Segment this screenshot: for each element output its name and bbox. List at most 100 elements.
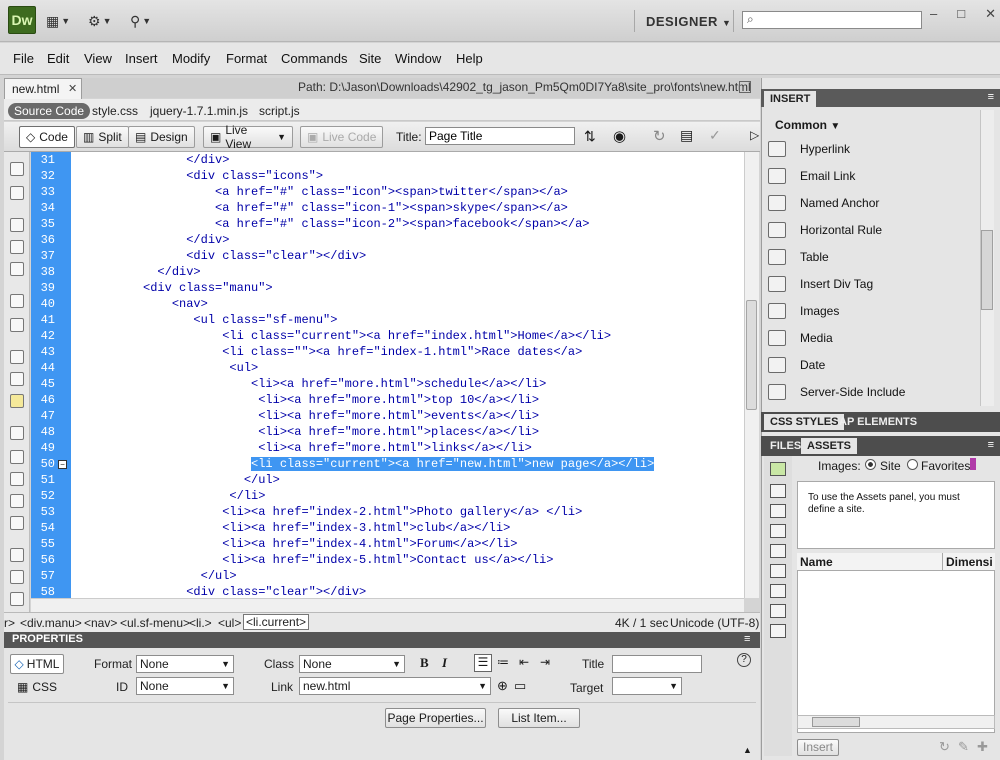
code-line[interactable]: <li><a href="more.html">events</a></li> [71,408,539,424]
code-view-button[interactable]: ◇ Code [19,126,75,148]
toolbar-overflow-icon[interactable]: ▷ [750,128,759,142]
html-mode-button[interactable]: ◇ HTML [10,654,64,674]
insert-tab[interactable]: INSERT [764,91,817,107]
validate-icon[interactable]: ✓ [709,127,721,144]
code-line[interactable]: <li><a href="more.html">schedule</a></li… [71,376,546,392]
flash-category-icon[interactable] [770,524,786,538]
code-line[interactable]: <nav> [71,296,208,312]
page-properties-button[interactable]: Page Properties... [385,708,486,728]
open-documents-icon[interactable] [10,162,24,176]
code-line[interactable]: </div> [71,232,229,248]
related-file-source-code[interactable]: Source Code [8,103,91,119]
related-file-script-js[interactable]: script.js [259,104,300,118]
collapse-selection-icon[interactable] [10,218,24,232]
wrap-tag-icon[interactable] [10,472,24,486]
insert-date[interactable]: Date [768,353,825,377]
outdent-icon[interactable]: ⇤ [519,655,529,669]
code-line[interactable]: <li><a href="index-2.html">Photo gallery… [71,504,582,520]
indent-icon[interactable] [10,548,24,562]
insert-category-select[interactable]: Common ▼ [775,118,840,132]
insert-media[interactable]: Media [768,326,833,350]
insert-horizontal-rule[interactable]: Horizontal Rule [768,218,882,242]
layout-icon[interactable]: ▦ ▼ [46,12,70,30]
insert-images[interactable]: Images [768,299,839,323]
code-line[interactable]: <li><a href="index-4.html">Forum</a></li… [71,536,517,552]
site-icon[interactable]: ⚲ ▼ [130,12,151,30]
panel-menu-icon[interactable]: ≡ [988,91,994,103]
remove-comment-icon[interactable] [10,450,24,464]
col-name[interactable]: Name [800,555,833,569]
insert-asset-button[interactable]: Insert [797,739,839,756]
italic-button[interactable]: I [442,655,447,671]
code-editor[interactable]: </div> <div class="icons"> <a href="#" c… [71,152,744,598]
crumb[interactable]: r> [4,616,15,630]
apply-comment-icon[interactable] [10,426,24,440]
move-css-icon[interactable] [10,516,24,530]
insert-named-anchor[interactable]: Named Anchor [768,191,879,215]
code-line[interactable]: <ul> [71,360,258,376]
code-line[interactable]: </ul> [71,472,280,488]
css-mode-button[interactable]: ▦ CSS [17,680,57,694]
line-numbers-icon[interactable] [10,318,24,332]
crumb[interactable]: <ul> [218,616,241,630]
col-dimensions[interactable]: Dimensi [946,555,993,569]
title-input[interactable] [612,655,702,673]
syntax-coloring-icon[interactable] [10,372,24,386]
assets-list[interactable] [797,553,995,733]
library-category-icon[interactable] [770,624,786,638]
code-line[interactable]: <a href="#" class="icon"><span>twitter</… [71,184,568,200]
horizontal-scrollbar[interactable] [31,598,744,612]
related-file-jquery[interactable]: jquery-1.7.1.min.js [150,104,248,118]
vertical-scroll-thumb[interactable] [746,300,757,410]
design-view-button[interactable]: ▤ Design [128,126,195,148]
menu-insert[interactable]: Insert [125,51,158,66]
code-line[interactable]: </ul> [71,568,237,584]
link-input[interactable]: new.html ▼ [299,677,491,695]
point-to-file-icon[interactable]: ⊕ [497,678,508,694]
fold-toggle-icon[interactable]: − [58,460,67,469]
code-line[interactable]: <li class=""><a href="index-1.html">Race… [71,344,582,360]
site-radio[interactable] [865,459,876,470]
code-line[interactable]: <li><a href="more.html">top 10</a></li> [71,392,539,408]
live-view-button[interactable]: ▣ Live View ▼ [203,123,293,151]
code-line[interactable]: <ul class="sf-menu"> [71,312,337,328]
panel-menu-icon[interactable]: ≡ [744,633,750,645]
file-management-icon[interactable]: ⇅ [584,128,596,145]
outdent-icon[interactable] [10,570,24,584]
close-tab-icon[interactable]: ✕ [68,82,77,95]
templates-category-icon[interactable] [770,604,786,618]
movies-category-icon[interactable] [770,564,786,578]
list-item-button[interactable]: List Item... [498,708,580,728]
minimize-button[interactable]: – [930,6,937,22]
collapse-panel-icon[interactable]: ▲ [743,745,752,755]
visual-aids-icon[interactable]: ▤ [680,127,693,144]
class-select[interactable]: None ▼ [299,655,405,673]
code-line[interactable]: <div class="clear"></div> [71,248,366,264]
colors-category-icon[interactable] [770,484,786,498]
id-select[interactable]: None ▼ [136,677,234,695]
live-code-button[interactable]: ▣ Live Code [300,126,384,148]
crumb[interactable]: <nav> [84,616,117,630]
page-title-input[interactable] [425,127,575,145]
code-line[interactable]: <div class="clear"></div> [71,584,366,598]
code-line[interactable]: <li><a href="index-3.html">club</a></li> [71,520,510,536]
insert-email-link[interactable]: Email Link [768,164,855,188]
code-line[interactable]: <li><a href="index-5.html">Contact us</a… [71,552,553,568]
select-parent-tag-icon[interactable] [10,262,24,276]
related-file-style-css[interactable]: style.css [92,104,138,118]
search-input[interactable]: ⌕ [742,11,922,29]
gear-icon[interactable]: ⚙ ▼ [88,12,111,30]
format-select[interactable]: None ▼ [136,655,234,673]
split-view-button[interactable]: ▥ Split [76,126,129,148]
insert-server-side-include[interactable]: Server-Side Include [768,380,905,404]
code-line[interactable]: <a href="#" class="icon-1"><span>skype</… [71,200,568,216]
code-line[interactable]: <li><a href="more.html">links</a></li> [71,440,532,456]
code-line[interactable]: <div class="icons"> [71,168,323,184]
insert-hyperlink[interactable]: Hyperlink [768,137,850,161]
assets-tab[interactable]: ASSETS [801,438,858,454]
add-to-favorites-icon[interactable]: ✚ [977,739,988,755]
restore-doc-icon[interactable] [739,81,751,93]
document-tab[interactable]: new.html ✕ [4,78,82,99]
collapse-tag-icon[interactable] [10,186,24,200]
urls-category-icon[interactable] [770,504,786,518]
